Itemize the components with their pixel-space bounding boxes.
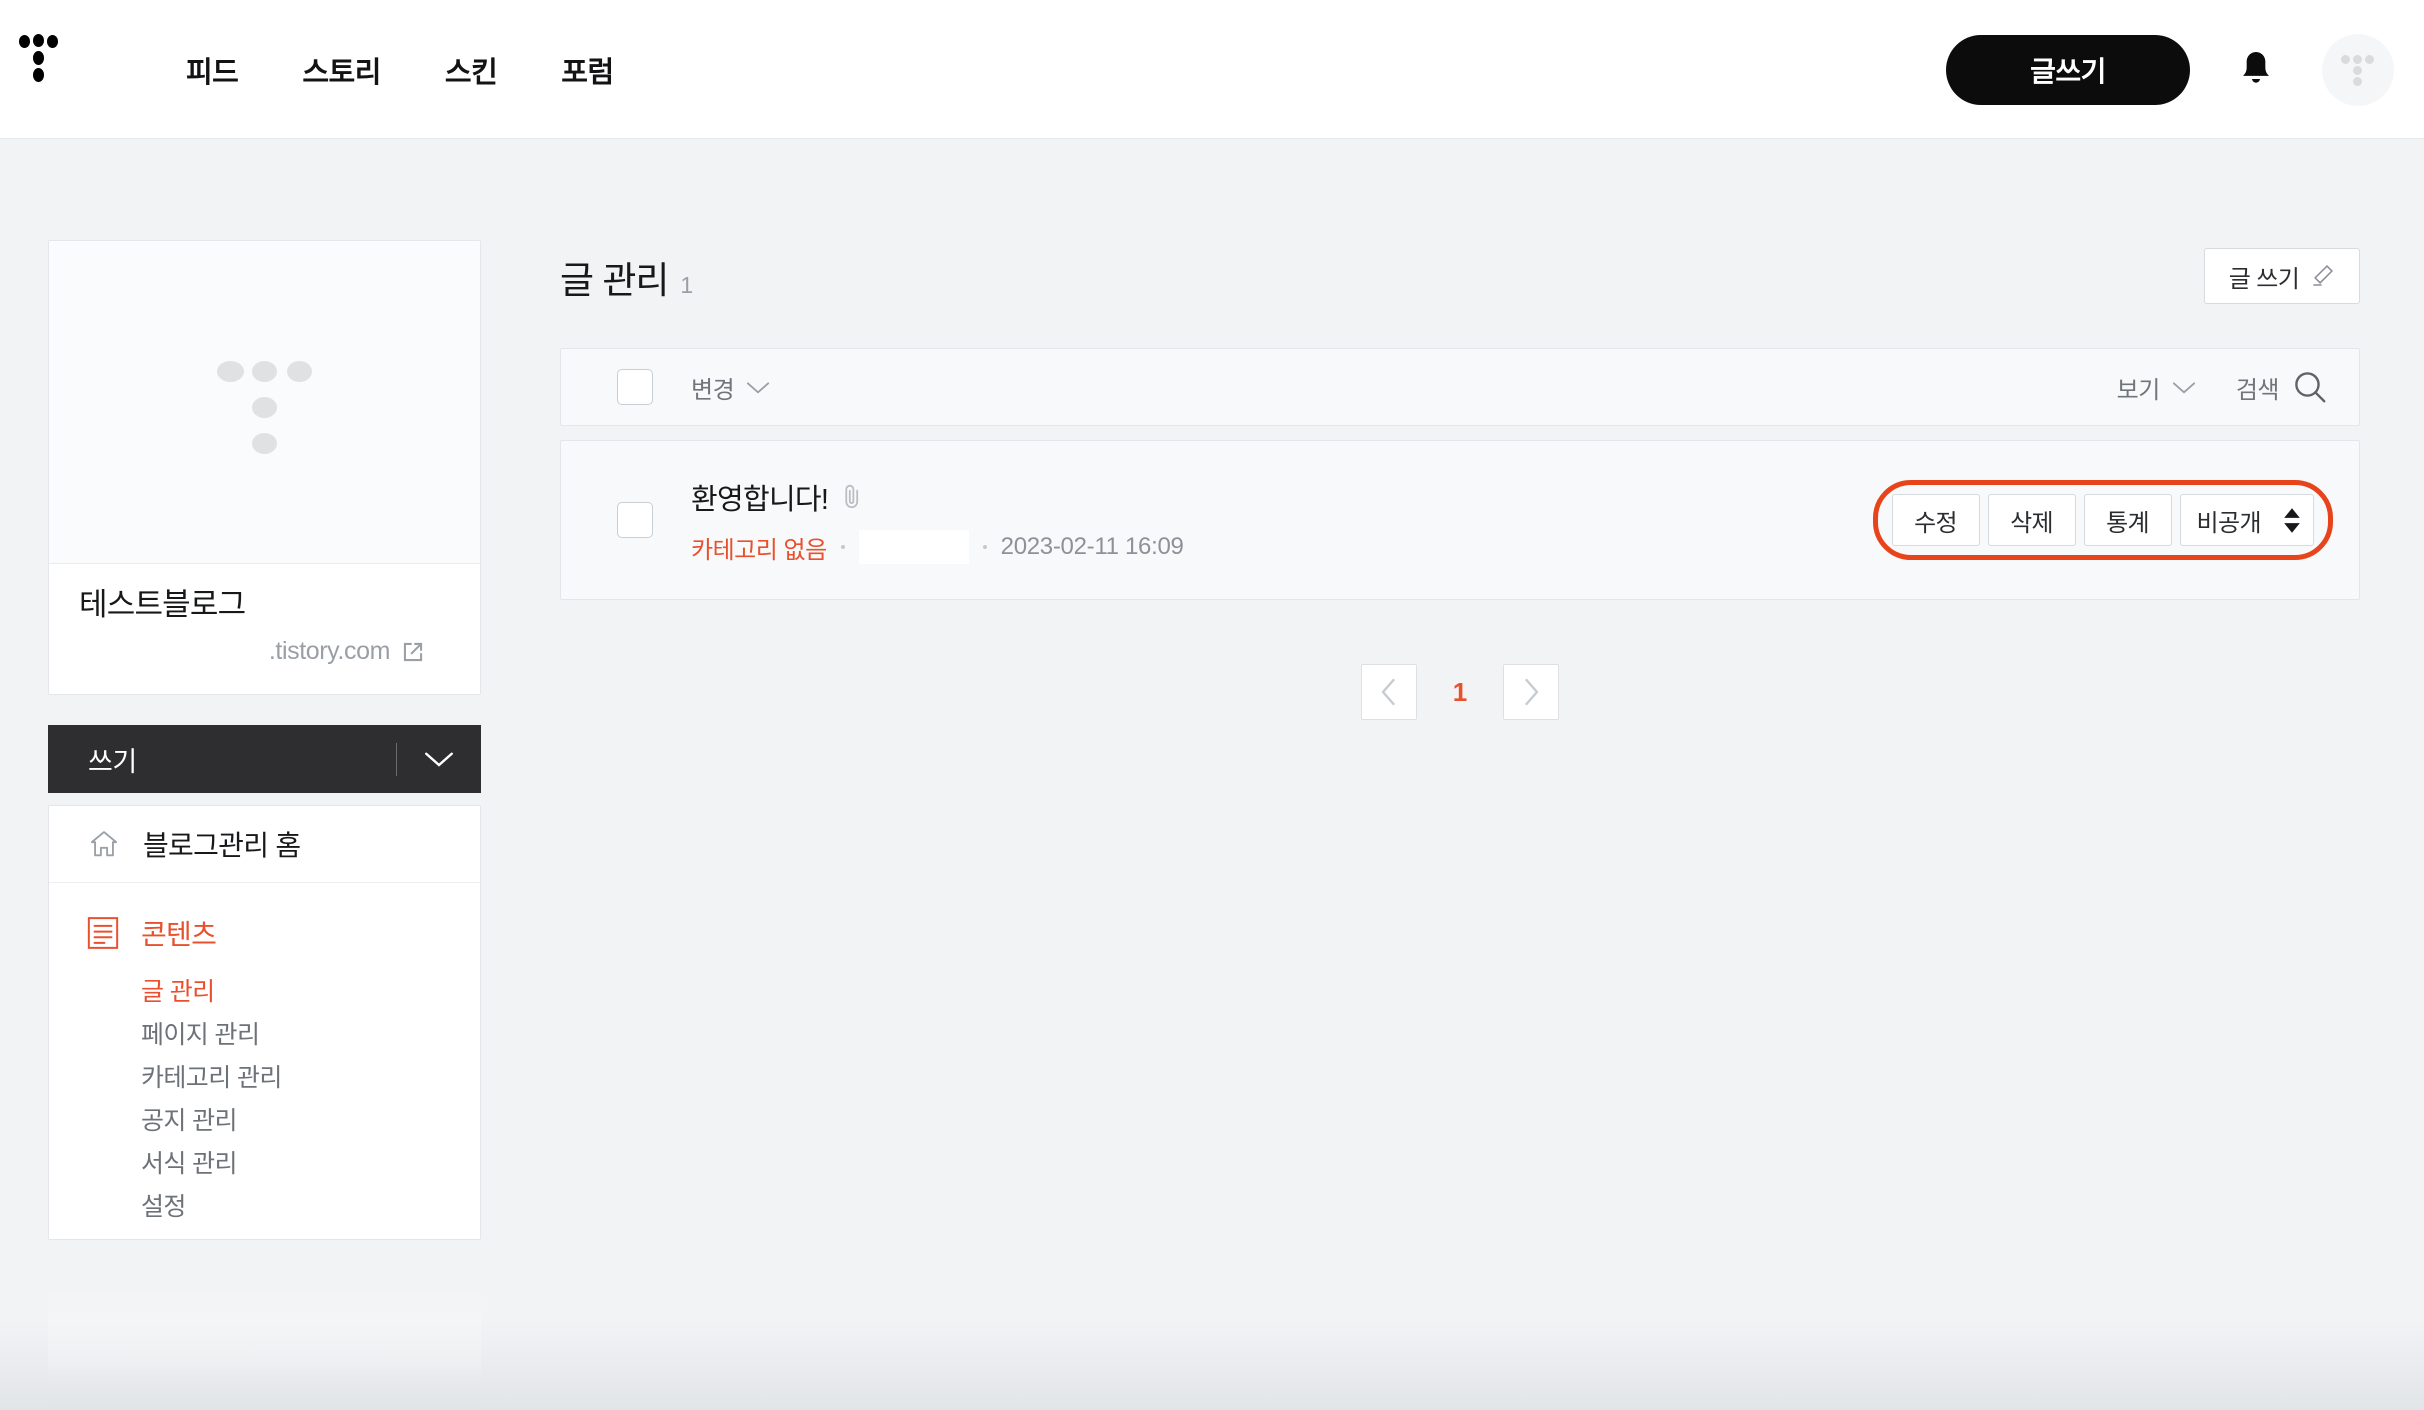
sidebar-nav-card: 블로그관리 홈 콘텐츠 글 관리 페이지 관리 카테고리 관리 공지 관리 서식… (48, 805, 481, 1241)
select-all-checkbox[interactable] (617, 369, 653, 405)
tistory-dots-placeholder-icon (216, 357, 313, 454)
home-icon (91, 831, 117, 857)
sidebar-item-blog-home[interactable]: 블로그관리 홈 (49, 806, 480, 884)
write-dropdown-label: 쓰기 (88, 746, 137, 777)
nav-item-story[interactable]: 스토리 (294, 43, 389, 97)
blog-name: 테스트블로그 (79, 587, 246, 622)
content-list-icon (87, 917, 119, 950)
paperclip-icon (845, 484, 859, 508)
sidebar-section-content-label: 콘텐츠 (141, 919, 217, 951)
tistory-dots-avatar-icon (2341, 53, 2375, 87)
bulk-change-label: 변경 (691, 376, 735, 404)
sidebar-item-post-manage[interactable]: 글 관리 (49, 971, 480, 1014)
global-header: 피드 스토리 스킨 포럼 글쓰기 (0, 0, 2424, 139)
chevron-down-icon (425, 752, 453, 767)
post-author-redacted (858, 530, 969, 564)
pagination-page-1[interactable]: 1 (1443, 677, 1477, 708)
sidebar-item-category-manage[interactable]: 카테고리 관리 (49, 1057, 480, 1100)
post-row-texts: 환영합니다! 카테고리 없음 2023-02-11 16:09 (691, 476, 1184, 565)
main-header: 글 관리 1 글 쓰기 (560, 240, 2360, 304)
sidebar-scroll-fade (48, 1290, 481, 1410)
pagination-next-button[interactable] (1503, 664, 1559, 720)
write-dropdown-caret[interactable] (397, 750, 481, 768)
sidebar-item-page-manage[interactable]: 페이지 관리 (49, 1014, 480, 1057)
chevron-right-icon (1525, 678, 1539, 706)
write-dropdown[interactable]: 쓰기 (48, 725, 481, 794)
visibility-value: 비공개 (2196, 509, 2262, 537)
sidebar-section-content: 콘텐츠 글 관리 페이지 관리 카테고리 관리 공지 관리 서식 관리 설정 (49, 883, 480, 1229)
search-toggle[interactable]: 검색 (2236, 368, 2329, 406)
page-title-count: 1 (680, 272, 693, 298)
pagination-prev-button[interactable] (1361, 664, 1417, 720)
blog-card: 테스트블로그 .tistory.com (48, 240, 481, 696)
blog-info: 테스트블로그 .tistory.com (49, 564, 480, 694)
edit-button[interactable]: 수정 (1891, 494, 1980, 546)
post-date: 2023-02-11 16:09 (1000, 533, 1184, 560)
write-post-button[interactable]: 글쓰기 (1946, 34, 2190, 105)
updown-spinner-icon (2283, 507, 2301, 533)
blog-url-row[interactable]: .tistory.com (79, 637, 450, 666)
nav-item-feed[interactable]: 피드 (178, 43, 246, 97)
post-row-main: 환영합니다! 카테고리 없음 2023-02-11 16:09 (617, 476, 1873, 565)
bulk-change-dropdown[interactable]: 변경 (691, 370, 770, 405)
page-title: 글 관리 1 (560, 250, 693, 304)
chevron-down-icon (747, 381, 770, 394)
list-toolbar-left: 변경 (617, 369, 770, 405)
nav-item-forum[interactable]: 포럼 (553, 43, 621, 97)
post-category[interactable]: 카테고리 없음 (691, 530, 827, 565)
stats-button[interactable]: 통계 (2083, 494, 2172, 546)
blog-thumbnail (49, 241, 480, 564)
post-title[interactable]: 환영합니다! (691, 476, 829, 518)
write-post-small-label: 글 쓰기 (2228, 265, 2300, 293)
main-content: 글 관리 1 글 쓰기 변경 보기 검색 환영합니다! 카테고리 없음 2023… (560, 240, 2360, 720)
search-icon (2295, 372, 2326, 403)
pencil-icon (2313, 264, 2334, 286)
view-dropdown[interactable]: 보기 (2117, 370, 2196, 405)
sidebar-item-blog-home-label: 블로그관리 홈 (143, 830, 301, 862)
sidebar-item-notice-manage[interactable]: 공지 관리 (49, 1100, 480, 1143)
notification-button[interactable] (2228, 42, 2284, 98)
meta-separator-dot (840, 545, 845, 549)
bell-icon (2243, 51, 2269, 83)
tistory-dots-logo-icon (18, 34, 64, 86)
blog-url: .tistory.com (268, 637, 391, 666)
sidebar-section-content-header[interactable]: 콘텐츠 (49, 913, 480, 953)
pagination: 1 (560, 664, 2360, 720)
list-toolbar-right: 보기 검색 (2117, 368, 2329, 406)
visibility-select[interactable]: 비공개 (2179, 494, 2314, 546)
post-actions-highlight: 수정 삭제 통계 비공개 (1872, 480, 2333, 560)
header-actions: 글쓰기 (1946, 0, 2394, 139)
page-body: 테스트블로그 .tistory.com 쓰기 블로그관리 홈 콘텐츠 글 관리 … (0, 139, 2424, 1410)
sidebar-item-template-manage[interactable]: 서식 관리 (49, 1143, 480, 1186)
chevron-down-icon (2172, 381, 2195, 394)
write-post-small-button[interactable]: 글 쓰기 (2204, 248, 2360, 304)
view-label: 보기 (2116, 376, 2161, 404)
nav-item-skin[interactable]: 스킨 (437, 43, 505, 97)
post-select-checkbox[interactable] (617, 502, 653, 538)
post-title-row: 환영합니다! (691, 476, 1184, 518)
table-row: 환영합니다! 카테고리 없음 2023-02-11 16:09 수정 삭제 통계… (560, 440, 2360, 600)
post-meta: 카테고리 없음 2023-02-11 16:09 (691, 530, 1184, 565)
global-nav: 피드 스토리 스킨 포럼 (178, 0, 622, 139)
page-title-text: 글 관리 (560, 260, 669, 301)
sidebar: 테스트블로그 .tistory.com 쓰기 블로그관리 홈 콘텐츠 글 관리 … (48, 240, 481, 1241)
meta-separator-dot (982, 545, 987, 549)
avatar[interactable] (2322, 33, 2394, 106)
delete-button[interactable]: 삭제 (1987, 494, 2076, 546)
sidebar-item-settings[interactable]: 설정 (49, 1186, 480, 1229)
chevron-left-icon (1381, 678, 1395, 706)
search-label: 검색 (2235, 376, 2280, 404)
list-toolbar: 변경 보기 검색 (560, 348, 2360, 426)
page-bottom-fade (0, 1320, 2424, 1410)
external-link-icon (403, 642, 423, 661)
tistory-logo[interactable] (18, 34, 82, 104)
sidebar-subnav: 글 관리 페이지 관리 카테고리 관리 공지 관리 서식 관리 설정 (49, 971, 480, 1229)
